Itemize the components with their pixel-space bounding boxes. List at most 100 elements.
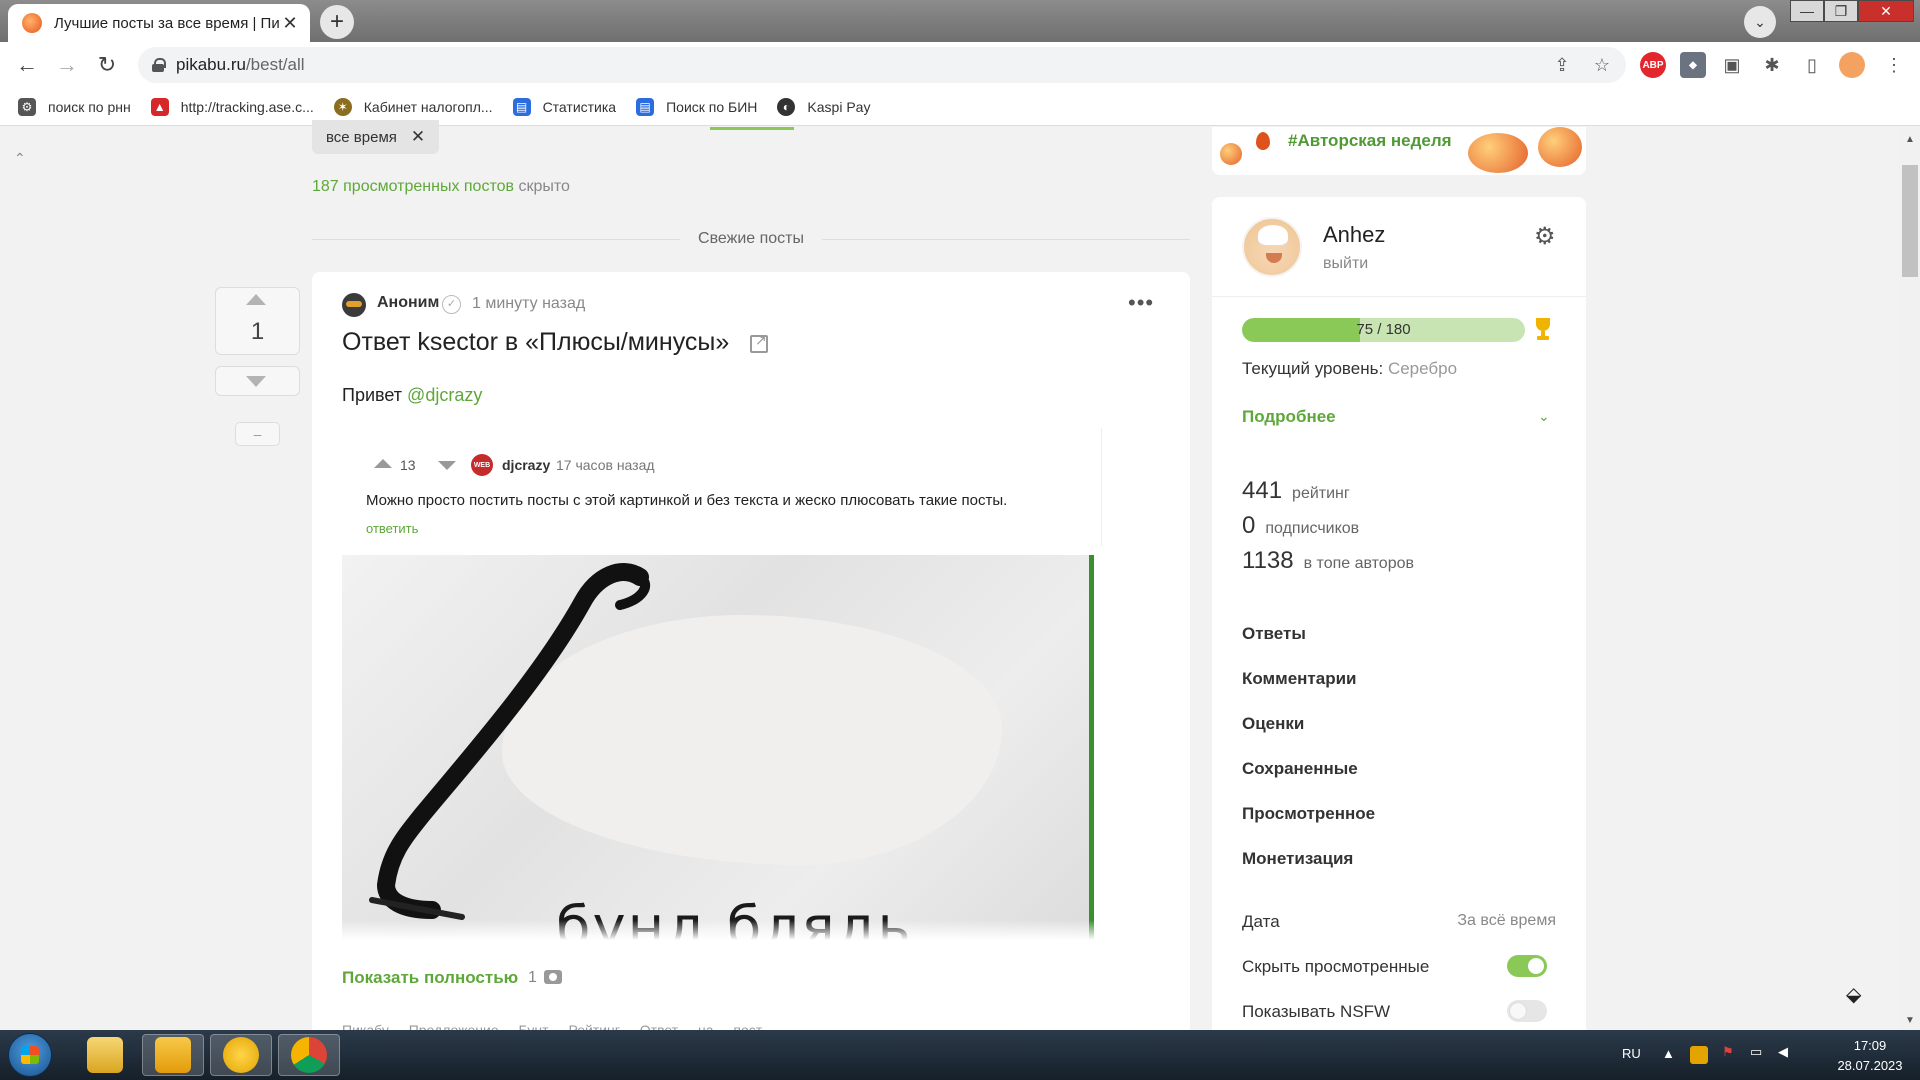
share-icon[interactable]: ⇪	[1549, 52, 1575, 78]
language-indicator[interactable]: RU	[1622, 1046, 1641, 1061]
windows-start-button[interactable]	[8, 1033, 52, 1077]
image-extension-icon[interactable]: ▣	[1719, 52, 1745, 78]
scroll-to-top-chevron-icon[interactable]: ⌃	[14, 150, 26, 167]
tab-title: Лучшие посты за все время | Пикабу	[54, 14, 280, 32]
more-options-icon[interactable]: •••	[1128, 290, 1154, 316]
post-title[interactable]: Ответ ksector в «Плюсы/минусы»	[342, 328, 729, 357]
hide-post-button[interactable]: –	[235, 422, 280, 446]
clock-time[interactable]: 17:09	[1830, 1038, 1910, 1053]
bookmark-label: поиск по рнн	[48, 98, 131, 115]
outlook-icon	[155, 1037, 191, 1073]
taskbar-outlook[interactable]	[142, 1034, 204, 1076]
bookmark-item[interactable]: ▲ http://tracking.ase.c...	[150, 97, 314, 116]
bookmark-item[interactable]: ◐ Kaspi Pay	[777, 97, 870, 116]
show-nsfw-toggle[interactable]	[1507, 1000, 1547, 1022]
tab-search-chevron-icon[interactable]: ⌄	[1744, 6, 1776, 38]
active-tab-underline	[710, 127, 794, 130]
comment-reply-link[interactable]: ответить	[366, 521, 418, 536]
chrome-icon	[291, 1037, 327, 1073]
menu-comments[interactable]: Комментарии	[1242, 669, 1356, 689]
details-toggle[interactable]: Подробнее	[1242, 407, 1336, 427]
date-filter-select[interactable]: За всё время	[1456, 912, 1556, 930]
address-bar[interactable]: pikabu.ru/best/all	[138, 47, 1626, 83]
divider-line	[312, 238, 681, 240]
tray-app-icon[interactable]	[1690, 1046, 1708, 1064]
action-center-flag-icon[interactable]: ⚑	[1722, 1044, 1734, 1060]
upvote-arrow-icon	[246, 294, 266, 305]
profile-avatar-icon[interactable]	[1839, 52, 1865, 78]
bookmark-item[interactable]: ✶ Кабинет налогопл...	[333, 97, 493, 116]
post-image[interactable]: бунд блядь	[342, 555, 1094, 940]
extensions-puzzle-icon[interactable]: ✱	[1759, 52, 1785, 78]
user-mention-link[interactable]: @djcrazy	[407, 385, 482, 405]
post-author[interactable]: Аноним	[377, 294, 439, 312]
scrollbar-thumb[interactable]	[1902, 165, 1918, 277]
bookmark-item[interactable]: ⚙ поиск по рнн	[18, 97, 131, 116]
comment-author-avatar[interactable]: WEB	[471, 454, 493, 476]
promo-title[interactable]: #Авторская неделя	[1288, 131, 1452, 151]
clock-date[interactable]: 28.07.2023	[1822, 1058, 1918, 1073]
promo-ball-icon	[1220, 143, 1242, 165]
divider-line	[821, 238, 1190, 240]
chevron-down-icon[interactable]: ⌄	[1538, 408, 1550, 425]
comment-author[interactable]: djcrazy	[502, 457, 550, 473]
tray-expand-icon[interactable]: ▲	[1662, 1046, 1675, 1061]
stat-label: рейтинг	[1292, 485, 1350, 502]
back-arrow-icon[interactable]: ←	[12, 50, 42, 80]
filter-chip-all-time[interactable]: все время ✕	[312, 120, 440, 154]
hide-viewed-toggle[interactable]	[1507, 955, 1547, 977]
window-close-button[interactable]: ✕	[1858, 0, 1914, 22]
bookmark-star-icon[interactable]: ☆	[1589, 52, 1615, 78]
browser-tab-active[interactable]: Лучшие посты за все время | Пикабу ✕	[8, 4, 310, 42]
side-panel-icon[interactable]: ▯	[1799, 52, 1825, 78]
chrome-menu-icon[interactable]: ⋮	[1881, 52, 1907, 78]
gear-icon[interactable]: ⚙	[1534, 222, 1556, 251]
menu-viewed[interactable]: Просмотренное	[1242, 804, 1375, 824]
volume-muted-icon[interactable]: ◀	[1778, 1044, 1788, 1060]
url-host: pikabu.ru	[176, 55, 246, 74]
scroll-down-arrow-icon[interactable]: ▼	[1902, 1012, 1918, 1028]
user-avatar[interactable]	[1242, 217, 1302, 277]
trophy-icon[interactable]	[1533, 318, 1553, 342]
taskbar-chrome[interactable]	[278, 1034, 340, 1076]
comment-text: Можно просто постить посты с этой картин…	[366, 492, 1008, 509]
close-icon[interactable]: ✕	[411, 127, 425, 147]
author-avatar[interactable]	[342, 293, 366, 317]
ublock-shield-icon[interactable]: ◆	[1680, 52, 1706, 78]
menu-monetization[interactable]: Монетизация	[1242, 849, 1353, 869]
adblock-extension-icon[interactable]: ABP	[1640, 52, 1666, 78]
image-border	[1089, 555, 1094, 940]
show-full-button[interactable]: Показать полностью	[342, 968, 518, 988]
bookmark-item[interactable]: ▤ Статистика	[512, 97, 616, 116]
fresh-posts-link[interactable]: Свежие посты	[680, 230, 822, 248]
pikabu-favicon-icon	[22, 13, 42, 33]
open-external-icon[interactable]	[750, 332, 768, 353]
reload-icon[interactable]: ↻	[92, 50, 122, 80]
image-count: 1	[528, 969, 537, 986]
forward-arrow-icon[interactable]: →	[52, 50, 82, 80]
network-icon[interactable]: ▭	[1750, 1044, 1762, 1060]
window-maximize-button[interactable]: ❐	[1824, 0, 1858, 22]
verified-check-icon: ✓	[442, 295, 461, 314]
user-name[interactable]: Anhez	[1323, 222, 1385, 248]
logout-link[interactable]: выйти	[1323, 255, 1368, 273]
hidden-posts-link[interactable]: 187 просмотренных постов	[312, 178, 514, 195]
menu-answers[interactable]: Ответы	[1242, 624, 1306, 644]
hide-viewed-label: Скрыть просмотренные	[1242, 957, 1430, 976]
stats-icon: ▤	[512, 97, 531, 116]
window-minimize-button[interactable]: —	[1790, 0, 1824, 22]
taskbar-explorer[interactable]	[74, 1034, 136, 1076]
bookmark-item[interactable]: ▤ Поиск по БИН	[636, 97, 757, 116]
theme-paint-bucket-icon[interactable]: ⬙	[1846, 982, 1861, 1007]
comment-upvote-arrow-icon[interactable]	[374, 459, 392, 468]
folder-icon	[87, 1037, 123, 1073]
menu-saved[interactable]: Сохраненные	[1242, 759, 1358, 779]
comment-downvote-arrow-icon[interactable]	[438, 461, 456, 470]
scroll-up-arrow-icon[interactable]: ▲	[1902, 131, 1918, 147]
tab-close-icon[interactable]: ✕	[280, 13, 300, 34]
menu-ratings[interactable]: Оценки	[1242, 714, 1304, 734]
comment-time: 17 часов назад	[556, 457, 655, 473]
taskbar-1c[interactable]	[210, 1034, 272, 1076]
post-greeting: Привет	[342, 385, 403, 405]
new-tab-button[interactable]: +	[320, 5, 354, 39]
